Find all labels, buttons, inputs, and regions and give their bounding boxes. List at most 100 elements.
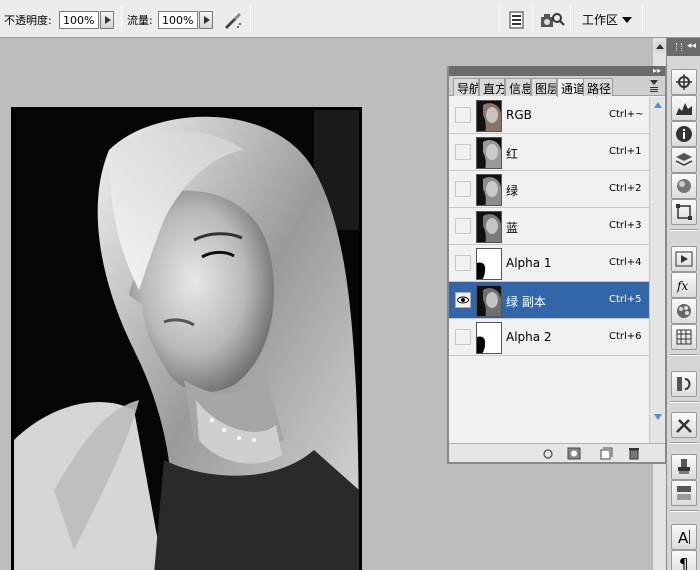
channel-shortcut: Ctrl+6 bbox=[609, 331, 642, 342]
channel-thumbnail bbox=[476, 285, 502, 317]
separator bbox=[642, 6, 643, 32]
channel-shortcut: Ctrl+4 bbox=[609, 257, 642, 268]
clone-source-icon[interactable] bbox=[671, 454, 697, 480]
separator bbox=[250, 6, 251, 32]
workspace-menu-button[interactable]: 工作区 bbox=[576, 8, 638, 30]
load-selection-icon[interactable] bbox=[541, 447, 555, 460]
tab-5[interactable]: 路径 bbox=[583, 78, 613, 96]
channel-shortcut: Ctrl+3 bbox=[609, 220, 642, 231]
channel-list: RGB Ctrl+~ 红 Ctrl+1 绿 Ctrl+2 蓝 Ctrl+3 Alpha 1 Ctr… bbox=[449, 97, 649, 443]
collapse-icon[interactable]: ◂◂ bbox=[687, 41, 696, 51]
channels-icon[interactable] bbox=[671, 173, 697, 199]
channel-name: Alpha 2 bbox=[506, 330, 552, 344]
histogram-icon[interactable] bbox=[671, 95, 697, 121]
opacity-label: 不透明度: bbox=[4, 14, 52, 27]
dock-separator bbox=[670, 229, 698, 231]
flow-input[interactable] bbox=[158, 11, 198, 29]
opacity-slider-button[interactable] bbox=[100, 11, 114, 29]
tab-label: 图层 bbox=[535, 82, 557, 96]
panel-menu-icon[interactable] bbox=[649, 78, 661, 94]
opacity-input[interactable] bbox=[59, 11, 99, 29]
channel-row[interactable]: 绿 副本 Ctrl+5 bbox=[449, 282, 649, 319]
photo-image bbox=[14, 110, 359, 570]
visibility-toggle[interactable] bbox=[455, 107, 471, 123]
channel-thumbnail bbox=[476, 174, 502, 206]
character-icon[interactable]: A bbox=[671, 524, 697, 550]
swatches-icon[interactable] bbox=[671, 298, 697, 324]
scroll-down-arrow-icon[interactable] bbox=[652, 411, 664, 423]
visibility-toggle[interactable] bbox=[455, 329, 471, 345]
channel-row[interactable]: Alpha 2 Ctrl+6 bbox=[449, 319, 649, 356]
palette-well-icon[interactable] bbox=[506, 9, 528, 31]
visibility-toggle[interactable] bbox=[455, 218, 471, 234]
delete-channel-icon[interactable] bbox=[627, 447, 641, 460]
channel-row[interactable]: 红 Ctrl+1 bbox=[449, 134, 649, 171]
scroll-up-arrow-icon[interactable] bbox=[652, 99, 664, 111]
tools-icon[interactable] bbox=[671, 412, 697, 438]
navigator-icon[interactable] bbox=[671, 69, 697, 95]
visibility-toggle[interactable] bbox=[455, 181, 471, 197]
actions-icon[interactable] bbox=[671, 246, 697, 272]
paths-icon[interactable] bbox=[671, 199, 697, 225]
tab-label: 路径 bbox=[587, 82, 612, 96]
scroll-up-arrow-icon[interactable] bbox=[655, 42, 665, 52]
tab-label: 直方 bbox=[483, 82, 505, 96]
color-table-icon[interactable] bbox=[671, 324, 697, 350]
tab-label: 通道 bbox=[561, 82, 586, 96]
panel-titlebar[interactable]: ▸▸ bbox=[449, 66, 665, 76]
channel-name: 红 bbox=[506, 147, 519, 161]
tab-label: 导航 bbox=[457, 82, 479, 96]
brushes-icon[interactable] bbox=[671, 480, 697, 506]
channel-thumbnail bbox=[476, 248, 502, 280]
tab-0[interactable]: 导航 bbox=[453, 78, 479, 96]
dock-header[interactable]: ◂◂ bbox=[667, 38, 700, 56]
tab-label: 信息 bbox=[509, 82, 531, 96]
separator bbox=[499, 6, 500, 32]
svg-text:A: A bbox=[678, 529, 689, 546]
tab-1[interactable]: 直方 bbox=[479, 78, 505, 96]
chevron-down-icon bbox=[622, 17, 632, 23]
channel-name: Alpha 1 bbox=[506, 256, 552, 270]
tab-3[interactable]: 图层 bbox=[531, 78, 557, 96]
history-icon[interactable] bbox=[671, 371, 697, 397]
panel-scrollbar[interactable] bbox=[649, 97, 665, 443]
separator bbox=[570, 6, 571, 32]
airbrush-icon[interactable] bbox=[222, 9, 244, 31]
tab-2[interactable]: 信息 bbox=[505, 78, 531, 96]
visibility-toggle[interactable] bbox=[455, 144, 471, 160]
channel-row[interactable]: 蓝 Ctrl+3 bbox=[449, 208, 649, 245]
document-canvas[interactable] bbox=[11, 107, 362, 570]
visibility-toggle[interactable] bbox=[455, 292, 471, 308]
collapse-icon[interactable]: ▸▸ bbox=[653, 66, 661, 75]
info-icon[interactable] bbox=[671, 121, 697, 147]
flow-slider-button[interactable] bbox=[199, 11, 213, 29]
visibility-toggle[interactable] bbox=[455, 255, 471, 271]
channel-shortcut: Ctrl+5 bbox=[609, 294, 642, 305]
channel-thumbnail bbox=[476, 100, 502, 132]
grip-icon[interactable] bbox=[676, 43, 682, 51]
dock-separator bbox=[670, 442, 698, 444]
channel-name: 蓝 bbox=[506, 221, 519, 235]
bridge-icon[interactable] bbox=[539, 9, 565, 31]
panel-bottom-bar bbox=[449, 443, 665, 462]
styles-icon[interactable]: fx bbox=[671, 272, 697, 298]
svg-text:fx: fx bbox=[676, 279, 688, 293]
options-bar: 不透明度: 流量: 工作区 bbox=[0, 0, 700, 38]
flow-label: 流量: bbox=[127, 14, 153, 27]
new-channel-icon[interactable] bbox=[599, 447, 613, 460]
channel-name: 绿 副本 bbox=[506, 295, 546, 309]
workspace-label: 工作区 bbox=[582, 13, 619, 27]
channel-thumbnail bbox=[476, 137, 502, 169]
channel-row[interactable]: RGB Ctrl+~ bbox=[449, 97, 649, 134]
channel-row[interactable]: 绿 Ctrl+2 bbox=[449, 171, 649, 208]
paragraph-icon[interactable]: ¶ bbox=[671, 550, 697, 570]
channel-shortcut: Ctrl+1 bbox=[609, 146, 642, 157]
channel-shortcut: Ctrl+~ bbox=[609, 109, 644, 120]
dock-separator bbox=[670, 354, 698, 356]
channels-panel: ▸▸ 导航直方信息图层通道×路径 RGB Ctrl+~ 红 Ctrl+1 绿 Ctrl+2… bbox=[447, 66, 667, 464]
dock-separator bbox=[670, 401, 698, 403]
channel-row[interactable]: Alpha 1 Ctrl+4 bbox=[449, 245, 649, 282]
save-selection-icon[interactable] bbox=[567, 447, 581, 460]
layers-icon[interactable] bbox=[671, 147, 697, 173]
channel-name: 绿 bbox=[506, 184, 519, 198]
